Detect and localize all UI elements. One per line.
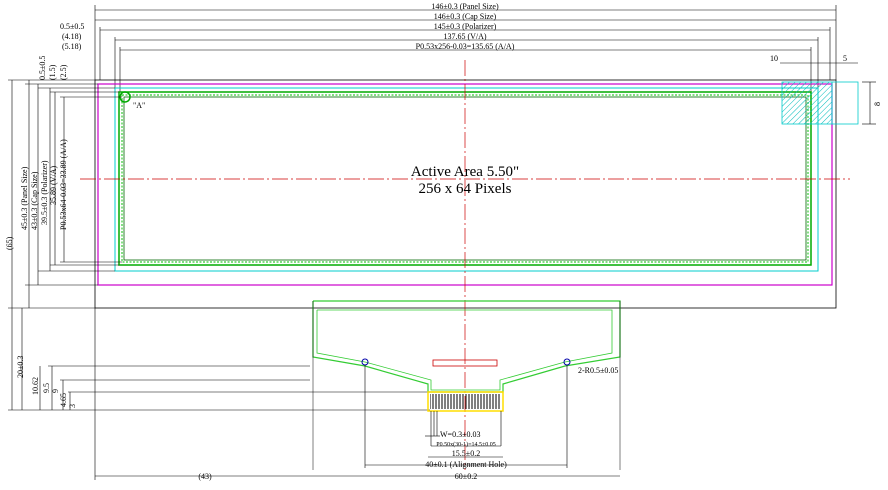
- dim-pitch: P0.50x(30-1)=14.5±0.05: [436, 441, 496, 448]
- fpc-outline-outer: [312, 300, 621, 393]
- lcd-mechanical-drawing: 146±0.3 (Panel Size) 146±0.3 (Cap Size) …: [0, 0, 888, 485]
- dim-aa-width: P0.53x256-0.03=135.65 (A/A): [416, 42, 515, 51]
- dim-panel-height: 45±0.3 (Panel Size): [20, 166, 29, 230]
- dim-side-c: (5.18): [62, 42, 82, 51]
- dim-fpc-1062: 10.62: [31, 377, 40, 395]
- active-area-title: Active Area 5.50": [411, 164, 519, 180]
- dim-side-a: 0.5±0.5: [60, 22, 84, 31]
- dim-top-c: (2.5): [59, 64, 68, 80]
- dim-cap-height: 43±0.3 (Cap Size): [30, 171, 39, 230]
- dim-fpc-155: 15.5±0.2: [452, 449, 480, 458]
- fpc-pins: [430, 394, 501, 409]
- dim-w: W=0.3±0.03: [440, 430, 480, 439]
- dim-cap-width: 146±0.3 (Cap Size): [434, 12, 497, 21]
- marker-a-label: "A": [133, 101, 145, 110]
- dim-top-b: (1.5): [48, 64, 57, 80]
- dim-top-a: 0.5±0.5: [38, 56, 47, 80]
- bottom-dimensions: W=0.3±0.03 P0.50x(30-1)=14.5±0.05 15.5±0…: [94, 308, 620, 481]
- corner-hatch: [781, 81, 833, 125]
- hole-label: 2-R0.5±0.05: [578, 366, 618, 375]
- top-dimensions: 146±0.3 (Panel Size) 146±0.3 (Cap Size) …: [60, 2, 882, 125]
- dim-panel-width: 146±0.3 (Panel Size): [431, 2, 499, 11]
- dim-corner-10: 10: [770, 54, 778, 63]
- left-dimensions: 0.5±0.5 (1.5) (2.5) (65) 45±0.3 (Panel S…: [5, 56, 430, 411]
- dim-corner-5: 5: [843, 54, 847, 63]
- dim-align-40: 40±0.1 (Alignment Hole): [425, 460, 507, 469]
- dim-fpc-465: 4.65: [59, 393, 68, 407]
- dim-aa-height: P0.53x64-0.03=33.89 (A/A): [59, 139, 68, 230]
- dim-overall-height: (65): [5, 236, 14, 250]
- dim-fpc-9: 9: [51, 389, 60, 393]
- dim-side-b: (4.18): [62, 32, 82, 41]
- dim-fpc-60: 60±0.2: [455, 472, 477, 481]
- dim-va-width: 137.65 (V/A): [443, 32, 486, 41]
- dim-va-height: 35.89 (V/A): [49, 166, 58, 205]
- fpc-outline-inner: [316, 309, 613, 391]
- dim-corner-8: 8: [873, 102, 882, 106]
- dim-fpc-20: 20±0.3: [16, 356, 25, 378]
- dim-polarizer-height: 39.5±0.3 (Polarizer): [40, 160, 49, 225]
- active-area-pixels: 256 x 64 Pixels: [419, 181, 512, 197]
- dim-fpc-95: 9.5: [42, 383, 51, 393]
- dim-offset-43: (43): [198, 472, 212, 481]
- dim-fpc-3: 3: [68, 404, 77, 408]
- dim-polarizer-width: 145±0.3 (Polarizer): [434, 22, 497, 31]
